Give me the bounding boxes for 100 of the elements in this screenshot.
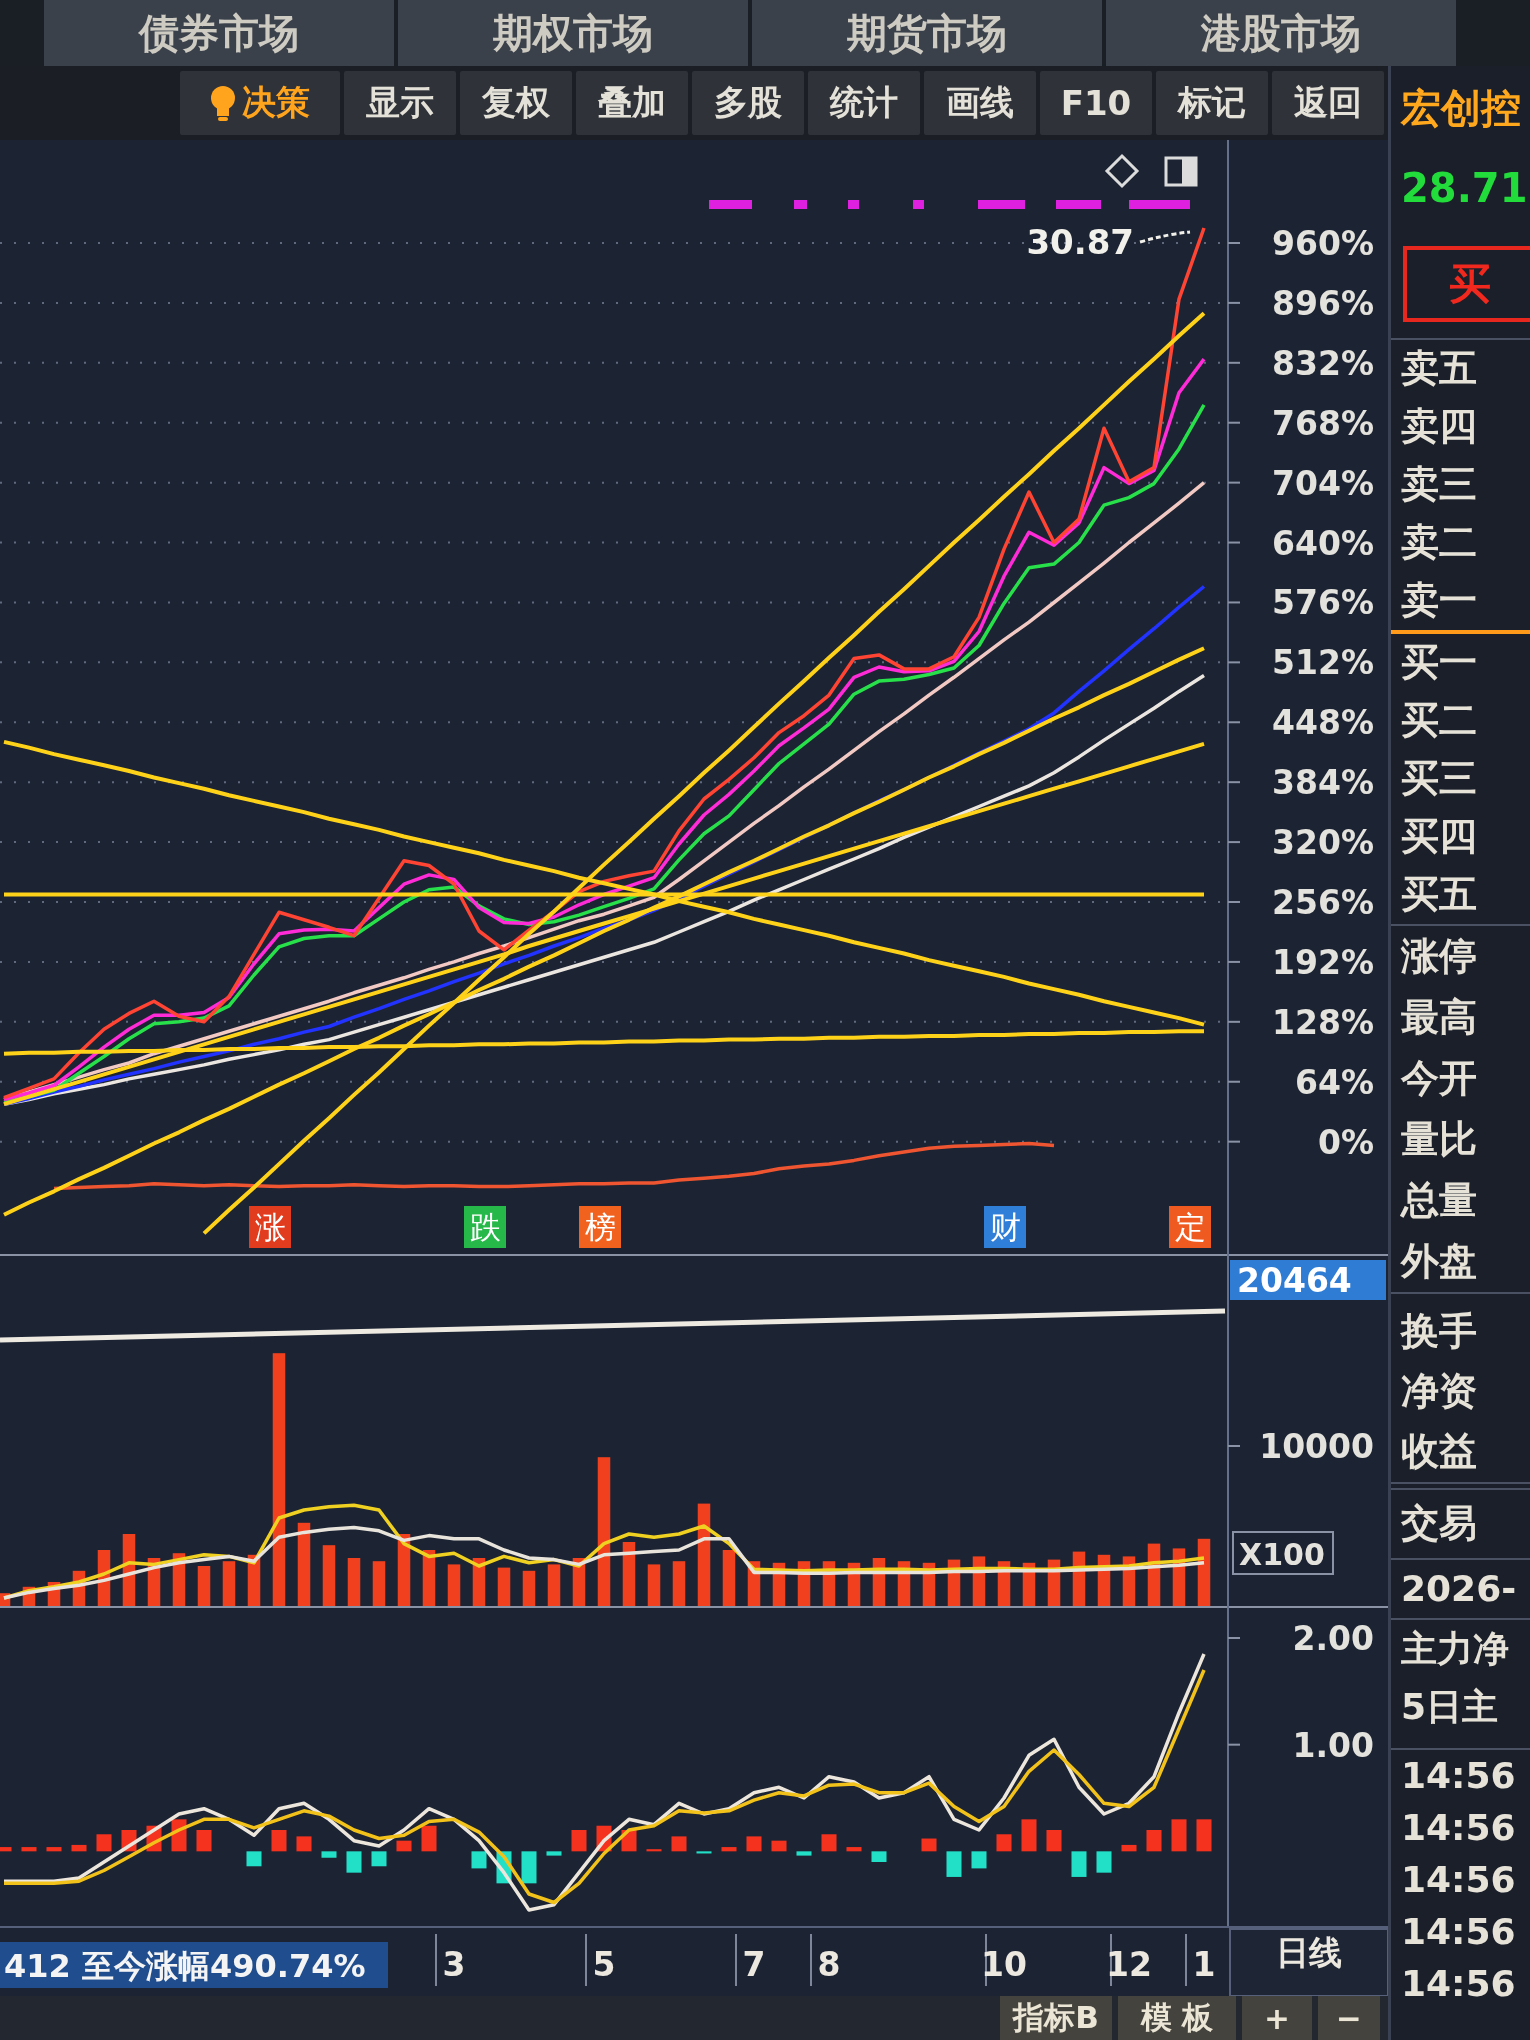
footer-button[interactable]: 指标B	[1000, 1996, 1112, 2040]
signal-mark	[794, 200, 807, 209]
market-tab[interactable]: 债券市场	[44, 0, 394, 66]
unit-label: X100	[1232, 1531, 1334, 1575]
histogram-bar	[721, 1847, 737, 1852]
toolbar-button[interactable]: 复权	[460, 71, 572, 135]
sell-level-label: 卖二	[1401, 522, 1477, 564]
panel-icon[interactable]	[1164, 156, 1198, 187]
histogram-bar	[796, 1851, 812, 1856]
toolbar-button[interactable]: 叠加	[576, 71, 688, 135]
histogram-bar	[21, 1847, 37, 1852]
month-label: 3	[442, 1945, 466, 1984]
signal-mark	[1056, 200, 1101, 209]
histogram-bar	[571, 1830, 587, 1852]
histogram-bar	[246, 1851, 262, 1867]
quote-field-label: 外盘	[1401, 1240, 1477, 1283]
sell-level-label: 卖四	[1401, 406, 1477, 448]
toolbar-button[interactable]: 统计	[808, 71, 920, 135]
toolbar-button[interactable]: 决策	[180, 71, 340, 135]
finance-field-label: 净资	[1401, 1371, 1477, 1413]
trade-time: 14:56	[1401, 1912, 1516, 1952]
trade-time: 14:56	[1401, 1964, 1516, 2004]
finance-field-label: 换手	[1401, 1311, 1477, 1353]
histogram-bar	[846, 1847, 862, 1852]
period-tab[interactable]: 日线	[1229, 1928, 1388, 1996]
histogram-bar	[271, 1830, 287, 1852]
footer-button[interactable]: +	[1242, 1996, 1312, 2040]
trade-status-label: 交易	[1401, 1503, 1477, 1545]
axis-label: 384%	[1272, 763, 1374, 803]
event-tag[interactable]: 涨	[249, 1206, 291, 1248]
histogram-bar	[521, 1851, 537, 1884]
histogram-bar	[696, 1851, 712, 1854]
axis-label: 896%	[1272, 283, 1374, 323]
axis-label: 640%	[1272, 523, 1374, 563]
month-label: 1	[1192, 1945, 1216, 1984]
axis-label: 704%	[1272, 463, 1374, 503]
histogram-bar	[1096, 1851, 1112, 1873]
sell-level-label: 卖五	[1401, 348, 1477, 390]
histogram-bar	[921, 1838, 937, 1852]
signal-mark	[848, 200, 859, 209]
cursor-value-tag: 20464	[1230, 1260, 1386, 1300]
toolbar-button[interactable]: F10	[1040, 71, 1152, 135]
histogram-bar	[46, 1847, 62, 1852]
footer-button[interactable]: −	[1318, 1996, 1380, 2040]
histogram-bar	[1046, 1830, 1062, 1852]
histogram-bar	[1196, 1819, 1212, 1852]
histogram-bar	[0, 1847, 12, 1852]
histogram-bar	[771, 1840, 787, 1852]
month-label: 7	[742, 1945, 766, 1984]
axis-label: 320%	[1272, 823, 1374, 863]
histogram-bar	[821, 1834, 837, 1852]
stock-name: 宏创控	[1401, 83, 1521, 133]
toolbar-button[interactable]: 返回	[1272, 71, 1384, 135]
trade-time: 14:56	[1401, 1808, 1516, 1848]
buy-button[interactable]: 买	[1403, 246, 1530, 322]
dashed-leader-line	[1139, 230, 1191, 244]
quote-field-label: 涨停	[1401, 935, 1477, 978]
histogram-bar	[871, 1851, 887, 1862]
histogram-bar	[471, 1851, 487, 1869]
market-tab[interactable]: 港股市场	[1106, 0, 1456, 66]
histogram-bar	[396, 1840, 412, 1852]
histogram-bar	[196, 1830, 212, 1852]
market-tab[interactable]: 期权市场	[398, 0, 748, 66]
money-flow-label: 5日主	[1401, 1687, 1499, 1727]
axis-label: 512%	[1272, 643, 1374, 683]
footer-button[interactable]: 模 板	[1118, 1996, 1236, 2040]
toolbar-button[interactable]: 显示	[344, 71, 456, 135]
lightbulb-icon	[210, 85, 236, 121]
histogram-bar	[946, 1851, 962, 1877]
trade-time: 14:56	[1401, 1860, 1516, 1900]
buy-level-label: 买二	[1401, 700, 1477, 742]
signal-mark	[709, 200, 752, 209]
month-label: 12	[1106, 1945, 1152, 1984]
event-tag[interactable]: 财	[984, 1206, 1026, 1248]
histogram-bar	[1146, 1830, 1162, 1852]
histogram-bar	[321, 1851, 337, 1858]
histogram-bar	[1071, 1851, 1087, 1877]
toolbar-button[interactable]: 多股	[692, 71, 804, 135]
axis-label: 64%	[1295, 1062, 1374, 1102]
stock-price: 28.71	[1401, 165, 1528, 211]
axis-label: 448%	[1272, 703, 1374, 743]
sell-level-label: 卖三	[1401, 464, 1477, 506]
axis-label: 192%	[1272, 942, 1374, 982]
histogram-bar	[546, 1851, 562, 1856]
toolbar-button[interactable]: 标记	[1156, 71, 1268, 135]
signal-mark	[1129, 200, 1190, 209]
quote-field-label: 量比	[1401, 1118, 1477, 1161]
toolbar-button[interactable]: 画线	[924, 71, 1036, 135]
histogram-bar	[346, 1851, 362, 1873]
histogram-bar	[646, 1849, 662, 1852]
buy-level-label: 买五	[1401, 874, 1477, 916]
date-label: 2026-	[1401, 1569, 1517, 1609]
axis-label: 960%	[1272, 223, 1374, 263]
sell-level-label: 卖一	[1401, 580, 1477, 622]
diamond-icon[interactable]	[1104, 153, 1140, 189]
histogram-bar	[296, 1836, 312, 1852]
axis-label: 128%	[1272, 1002, 1374, 1042]
buy-level-label: 买三	[1401, 758, 1477, 800]
histogram-bar	[371, 1851, 387, 1867]
market-tab[interactable]: 期货市场	[752, 0, 1102, 66]
